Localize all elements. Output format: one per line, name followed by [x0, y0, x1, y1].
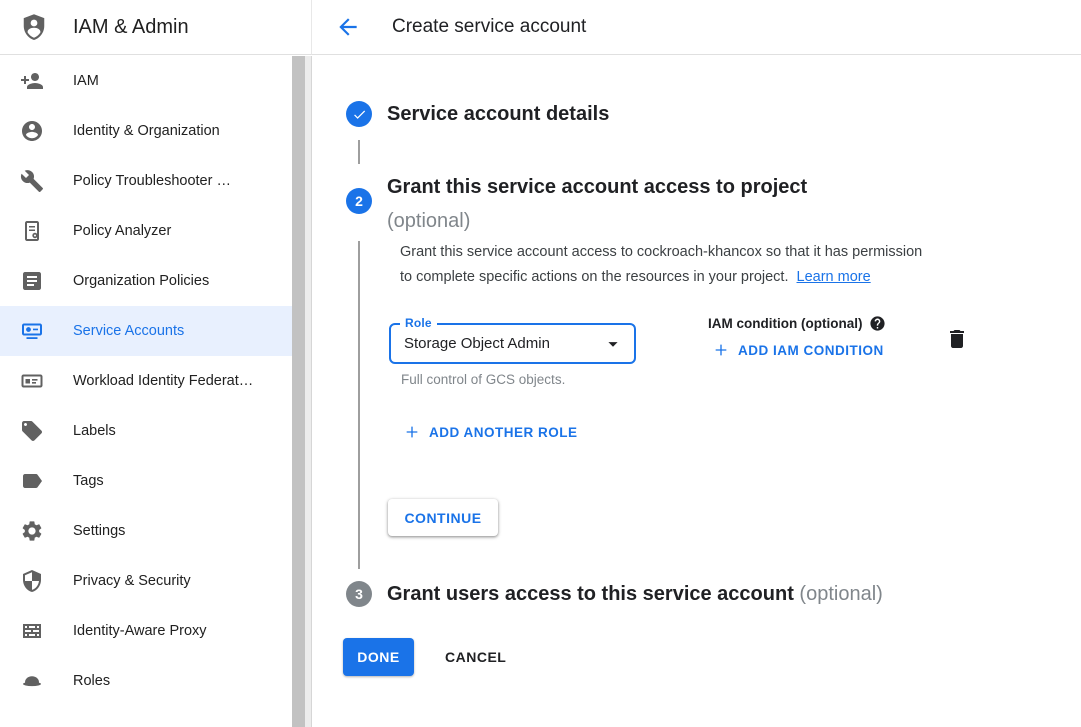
- step-connector-line: [358, 241, 360, 569]
- sidebar-item-policy-troubleshooter[interactable]: Policy Troubleshooter …: [0, 156, 292, 206]
- page-header: Create service account: [312, 0, 1081, 55]
- gear-icon: [20, 519, 44, 543]
- add-another-role-label: ADD ANOTHER ROLE: [429, 425, 578, 440]
- sidebar-item-label: IAM: [73, 73, 99, 89]
- sidebar-item-settings[interactable]: Settings: [0, 506, 292, 556]
- sidebar-scrollbar-track: [292, 56, 312, 727]
- shield-icon: [20, 569, 44, 593]
- step2-description: Grant this service account access to coc…: [400, 240, 1000, 290]
- app-title: IAM & Admin: [73, 16, 189, 39]
- sidebar-item-roles[interactable]: Roles: [0, 656, 292, 706]
- plus-icon: [713, 342, 729, 358]
- step-connector-line: [358, 140, 360, 164]
- sidebar-item-labels[interactable]: Labels: [0, 406, 292, 456]
- sidebar-item-label: Settings: [73, 523, 125, 539]
- step1-title[interactable]: Service account details: [387, 101, 609, 128]
- sidebar-item-label: Privacy & Security: [73, 573, 191, 589]
- sidebar-item-label: Policy Troubleshooter …: [73, 173, 231, 189]
- sidebar-item-tags[interactable]: Tags: [0, 456, 292, 506]
- role-selected-value: Storage Object Admin: [404, 325, 550, 362]
- sidebar-item-policy-analyzer[interactable]: Policy Analyzer: [0, 206, 292, 256]
- step3-optional-label: (optional): [799, 583, 882, 605]
- document-gear-icon: [20, 219, 44, 243]
- add-iam-condition-label: ADD IAM CONDITION: [738, 343, 884, 358]
- step3-number-badge: 3: [346, 581, 372, 607]
- help-icon[interactable]: [869, 315, 886, 332]
- sidebar-nav: IAM Identity & Organization Policy Troub…: [0, 56, 292, 727]
- step2-number: 2: [355, 193, 363, 209]
- back-arrow-icon[interactable]: [335, 14, 361, 40]
- sidebar-item-workload-identity-federation[interactable]: Workload Identity Federat…: [0, 356, 292, 406]
- step2-optional-label: (optional): [387, 204, 807, 238]
- sidebar-item-privacy-security[interactable]: Privacy & Security: [0, 556, 292, 606]
- role-helper-text: Full control of GCS objects.: [401, 372, 565, 387]
- step2-title: Grant this service account access to pro…: [387, 170, 807, 238]
- step3-optional-text: (optional): [799, 583, 882, 605]
- learn-more-link[interactable]: Learn more: [797, 269, 871, 285]
- step1-check-icon: [346, 101, 372, 127]
- article-icon: [20, 269, 44, 293]
- person-add-icon: [20, 69, 44, 93]
- sidebar-item-identity-organization[interactable]: Identity & Organization: [0, 106, 292, 156]
- step2-number-badge: 2: [346, 188, 372, 214]
- label-tag-icon: [20, 419, 44, 443]
- striped-square-icon: [20, 619, 44, 643]
- step3-title-text: Grant users access to this service accou…: [387, 583, 794, 605]
- service-account-icon: [20, 319, 44, 343]
- sidebar-item-organization-policies[interactable]: Organization Policies: [0, 256, 292, 306]
- role-select[interactable]: Role Storage Object Admin: [389, 323, 636, 364]
- delete-role-trash-icon[interactable]: [944, 327, 970, 353]
- sidebar-item-label: Tags: [73, 473, 104, 489]
- page-title: Create service account: [392, 16, 586, 38]
- hat-icon: [20, 669, 44, 693]
- sidebar-item-label: Roles: [73, 673, 110, 689]
- step2-title-text: Grant this service account access to pro…: [387, 176, 807, 198]
- add-another-role-button[interactable]: ADD ANOTHER ROLE: [404, 424, 578, 440]
- sidebar-item-label: Labels: [73, 423, 116, 439]
- sidebar-item-identity-aware-proxy[interactable]: Identity-Aware Proxy: [0, 606, 292, 656]
- sidebar-header: IAM & Admin: [0, 0, 312, 55]
- account-circle-icon: [20, 119, 44, 143]
- sidebar-item-iam[interactable]: IAM: [0, 56, 292, 106]
- step3-title[interactable]: Grant users access to this service accou…: [387, 581, 883, 608]
- sidebar-item-label: Workload Identity Federat…: [73, 373, 253, 389]
- badge-card-icon: [20, 369, 44, 393]
- sidebar-item-label: Identity-Aware Proxy: [73, 623, 207, 639]
- sidebar-item-label: Service Accounts: [73, 323, 184, 339]
- add-iam-condition-button[interactable]: ADD IAM CONDITION: [713, 342, 884, 358]
- create-service-account-form: Service account details 2 Grant this ser…: [313, 56, 1081, 727]
- step3-number: 3: [355, 586, 363, 602]
- sidebar-item-service-accounts[interactable]: Service Accounts: [0, 306, 292, 356]
- done-button[interactable]: DONE: [343, 638, 414, 676]
- description-line1: Grant this service account access to coc…: [400, 240, 1000, 265]
- iam-condition-header: IAM condition (optional): [708, 315, 886, 332]
- plus-icon: [404, 424, 420, 440]
- tag-arrow-icon: [20, 469, 44, 493]
- sidebar-scrollbar-thumb[interactable]: [292, 56, 305, 727]
- wrench-icon: [20, 169, 44, 193]
- description-line2: to complete specific actions on the reso…: [400, 269, 788, 285]
- iam-admin-shield-logo-icon: [19, 11, 49, 43]
- sidebar-item-label: Policy Analyzer: [73, 223, 171, 239]
- continue-button[interactable]: CONTINUE: [388, 499, 498, 536]
- cancel-button[interactable]: CANCEL: [428, 638, 523, 676]
- iam-condition-label: IAM condition (optional): [708, 316, 862, 331]
- sidebar-item-label: Organization Policies: [73, 273, 209, 289]
- sidebar-item-label: Identity & Organization: [73, 123, 220, 139]
- chevron-down-icon: [602, 333, 624, 355]
